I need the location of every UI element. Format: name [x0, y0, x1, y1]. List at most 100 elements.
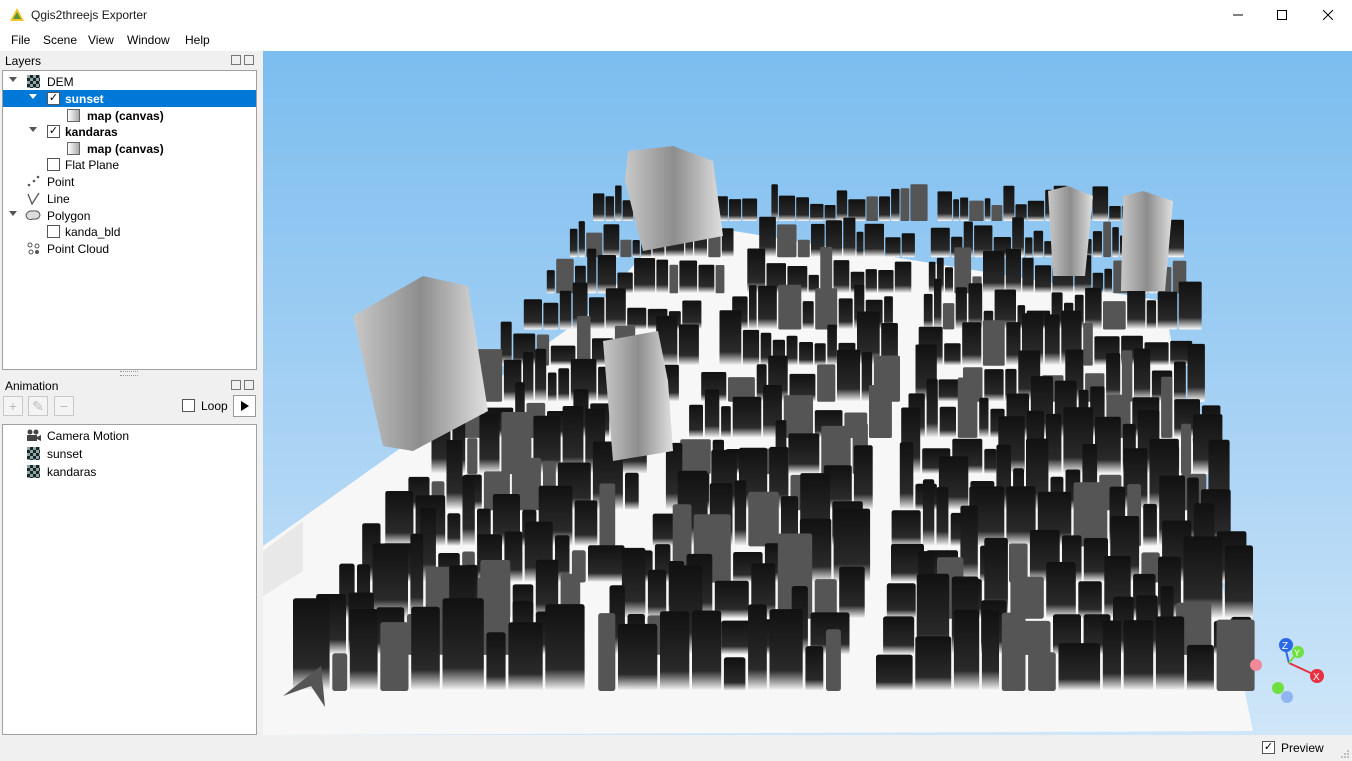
building-block	[411, 606, 440, 691]
building-block	[900, 188, 910, 221]
building-block	[1001, 612, 1026, 691]
expand-arrow-icon[interactable]	[29, 94, 37, 99]
anim-item-sunset[interactable]: sunset	[3, 445, 256, 462]
layers-tree: DEM sunset map (canvas) kandaras map (ca…	[2, 70, 257, 370]
building-block	[1157, 291, 1178, 330]
building-block	[885, 237, 901, 258]
minimize-button[interactable]	[1215, 0, 1261, 30]
layer-flat-plane[interactable]: Flat Plane	[3, 156, 256, 173]
menu-file[interactable]: File	[11, 33, 30, 47]
layer-dem[interactable]: DEM	[3, 73, 256, 90]
building-block	[891, 510, 921, 547]
neg-y-axis-icon[interactable]	[1272, 682, 1284, 694]
layer-polygon[interactable]: Polygon	[3, 207, 256, 224]
close-button[interactable]	[1305, 0, 1351, 30]
kandaras-checkbox[interactable]	[47, 125, 60, 138]
building-block	[936, 487, 949, 547]
building-block	[1104, 268, 1112, 294]
building-block	[598, 613, 616, 691]
building-block	[748, 491, 779, 547]
layer-sunset-map[interactable]: map (canvas)	[3, 107, 256, 124]
play-button[interactable]	[233, 395, 256, 417]
texture-icon	[67, 142, 80, 155]
layer-kanda-bld[interactable]: kanda_bld	[3, 223, 256, 240]
polygon-layer-icon	[25, 210, 41, 220]
building-block	[820, 246, 833, 294]
layer-point-cloud[interactable]: Point Cloud	[3, 240, 256, 257]
building-block	[721, 406, 731, 438]
building-block	[778, 195, 796, 221]
expand-arrow-icon[interactable]	[9, 211, 17, 216]
building-block	[942, 303, 955, 330]
menu-scene[interactable]: Scene	[43, 33, 77, 47]
animation-panel-title: Animation	[5, 379, 59, 393]
building-block	[1092, 231, 1102, 258]
flat-plane-checkbox[interactable]	[47, 158, 60, 171]
building-block	[953, 609, 980, 691]
maximize-button[interactable]	[1259, 0, 1305, 30]
menu-view[interactable]: View	[88, 33, 114, 47]
remove-keyframe-button[interactable]: −	[54, 396, 74, 416]
layer-sunset[interactable]: sunset	[3, 90, 256, 107]
tower-right-1	[1048, 186, 1093, 276]
building-block	[721, 620, 751, 655]
building-block	[558, 368, 570, 402]
edit-keyframe-button[interactable]: ✎	[28, 396, 48, 416]
building-block	[719, 310, 742, 366]
building-block	[721, 228, 734, 258]
building-block	[508, 622, 543, 691]
building-block	[771, 184, 778, 221]
building-block	[603, 224, 620, 258]
building-block	[1022, 257, 1034, 294]
layer-point[interactable]: Point	[3, 173, 256, 190]
expand-arrow-icon[interactable]	[29, 127, 37, 132]
sunset-checkbox[interactable]	[47, 92, 60, 105]
anim-item-camera-motion[interactable]: Camera Motion	[3, 427, 256, 444]
building-block	[817, 364, 836, 402]
dem-icon	[27, 447, 40, 460]
resize-grip-icon[interactable]	[1340, 749, 1350, 759]
building-block	[827, 324, 837, 366]
building-block	[523, 299, 542, 330]
building-block	[1103, 301, 1126, 330]
building-block	[546, 270, 555, 294]
preview-checkbox[interactable]	[1262, 741, 1275, 754]
layer-kandaras-map[interactable]: map (canvas)	[3, 140, 256, 157]
building-block	[1187, 343, 1205, 402]
building-block	[883, 616, 915, 655]
layer-line[interactable]: Line	[3, 190, 256, 207]
layer-kandaras[interactable]: kandaras	[3, 123, 256, 140]
float-panel-icon[interactable]	[231, 380, 241, 390]
neg-x-axis-icon[interactable]	[1250, 659, 1262, 671]
panel-splitter-handle[interactable]	[120, 371, 138, 376]
title-bar: Qgis2threejs Exporter	[0, 0, 1352, 30]
building-block	[1186, 644, 1214, 691]
neg-z-axis-icon[interactable]	[1281, 691, 1293, 703]
building-block	[1123, 620, 1154, 691]
building-block	[349, 609, 378, 691]
kanda-bld-checkbox[interactable]	[47, 225, 60, 238]
anim-item-kandaras[interactable]: kandaras	[3, 463, 256, 480]
expand-arrow-icon[interactable]	[9, 77, 17, 82]
float-panel-icon[interactable]	[231, 55, 241, 65]
building-block	[704, 389, 720, 438]
plus-icon: +	[8, 398, 18, 414]
close-panel-icon[interactable]	[244, 55, 254, 65]
building-block	[805, 646, 824, 691]
layer-label: map (canvas)	[87, 109, 164, 123]
axis-x-label: X	[1313, 672, 1320, 683]
building-block	[588, 545, 625, 583]
menu-window[interactable]: Window	[127, 33, 170, 47]
loop-checkbox[interactable]	[182, 399, 195, 412]
building-block	[758, 285, 777, 330]
layer-label: kanda_bld	[65, 225, 121, 239]
menu-help[interactable]: Help	[185, 33, 210, 47]
building-block	[605, 288, 626, 330]
building-block	[901, 233, 915, 258]
close-panel-icon[interactable]	[244, 380, 254, 390]
3d-preview-viewport[interactable]: Z X Y	[263, 51, 1352, 735]
minimize-icon	[1233, 14, 1243, 16]
building-block	[969, 200, 984, 221]
building-block	[984, 198, 991, 221]
add-keyframe-button[interactable]: +	[3, 396, 23, 416]
